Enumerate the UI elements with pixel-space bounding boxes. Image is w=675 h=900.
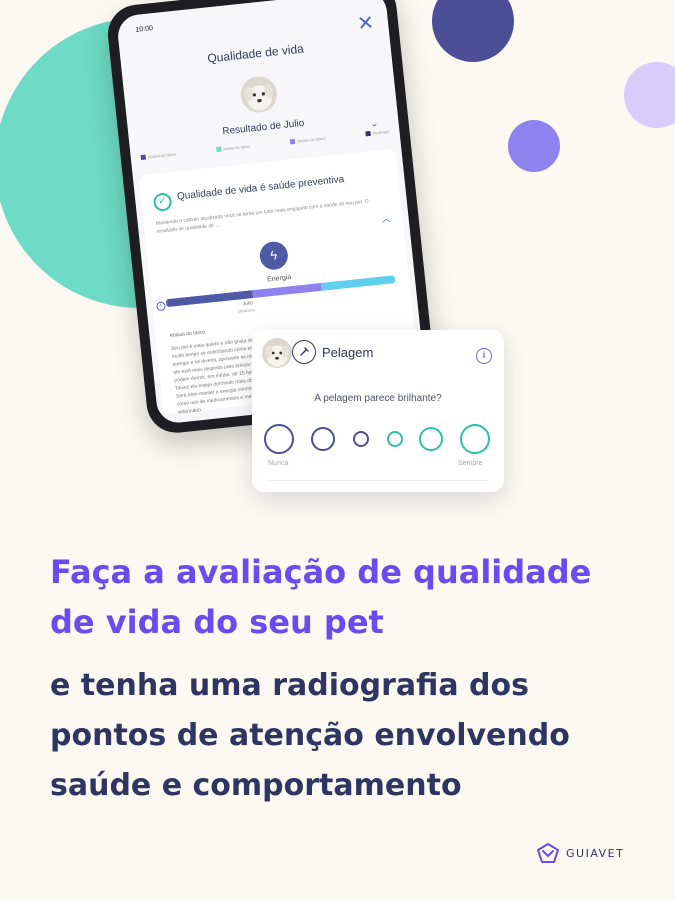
comb-icon (292, 340, 316, 364)
question-text: A pelagem parece brilhante? (314, 393, 442, 404)
section-subhead: Abaixo do típico (169, 329, 206, 340)
headline-line-1: Faça a avaliação de qualidade (50, 553, 592, 591)
info-icon[interactable]: i (476, 348, 492, 364)
answer-option-4[interactable] (387, 431, 403, 447)
subheadline-line-2: pontos de atenção envolvendo (50, 718, 570, 753)
decorative-navy-circle (432, 0, 514, 62)
answer-option-2[interactable] (311, 427, 335, 451)
guiavet-logo-icon (537, 843, 559, 863)
screen-title: Qualidade de vida (206, 41, 305, 66)
chevron-down-icon[interactable]: ⌄ (370, 118, 379, 130)
pet-avatar (239, 74, 279, 115)
card-heading: Qualidade de vida é saúde preventiva (176, 173, 345, 203)
decorative-violet-circle (508, 120, 560, 172)
status-time: 10:00 (135, 25, 154, 34)
question-title: Pelagem (322, 345, 374, 360)
scale-label-right: Sempre (458, 460, 483, 467)
legend-item: Abaixo do típico (140, 151, 176, 161)
legend-item: Acima do típico (215, 144, 251, 153)
scale-label-left: Nunca (268, 460, 289, 467)
divider (266, 480, 490, 481)
close-icon[interactable]: ✕ (356, 10, 375, 37)
answer-option-6[interactable] (460, 424, 490, 454)
card-description: Mantendo o cálculo atualizado você se to… (155, 198, 370, 235)
question-card: Pelagem i A pelagem parece brilhante? Nu… (252, 330, 504, 492)
pet-avatar (262, 338, 292, 368)
subheadline-line-1: e tenha uma radiografia dos (50, 668, 529, 703)
check-circle-icon: ✓ (152, 192, 173, 212)
scale-marker-label: Julio (242, 300, 254, 308)
answer-option-3[interactable] (353, 431, 369, 447)
brand-name: GUIAVET (566, 846, 625, 860)
subheadline-line-3: saúde e comportamento (50, 768, 462, 803)
headline-line-2: de vida do seu pet (50, 603, 384, 641)
chevron-up-icon[interactable]: ︿ (381, 211, 391, 225)
legend-item: Dentro do típico (290, 136, 326, 145)
legend-item: Decifrado (365, 129, 390, 137)
lightning-icon: ϟ (258, 240, 290, 272)
answer-option-5[interactable] (419, 427, 443, 451)
scale-marker-sublabel: Ultrasono (237, 307, 255, 314)
info-icon[interactable]: i (156, 301, 166, 312)
answer-option-1[interactable] (264, 424, 294, 454)
decorative-lilac-circle (624, 62, 675, 128)
brand-logo: GUIAVET (536, 842, 624, 864)
